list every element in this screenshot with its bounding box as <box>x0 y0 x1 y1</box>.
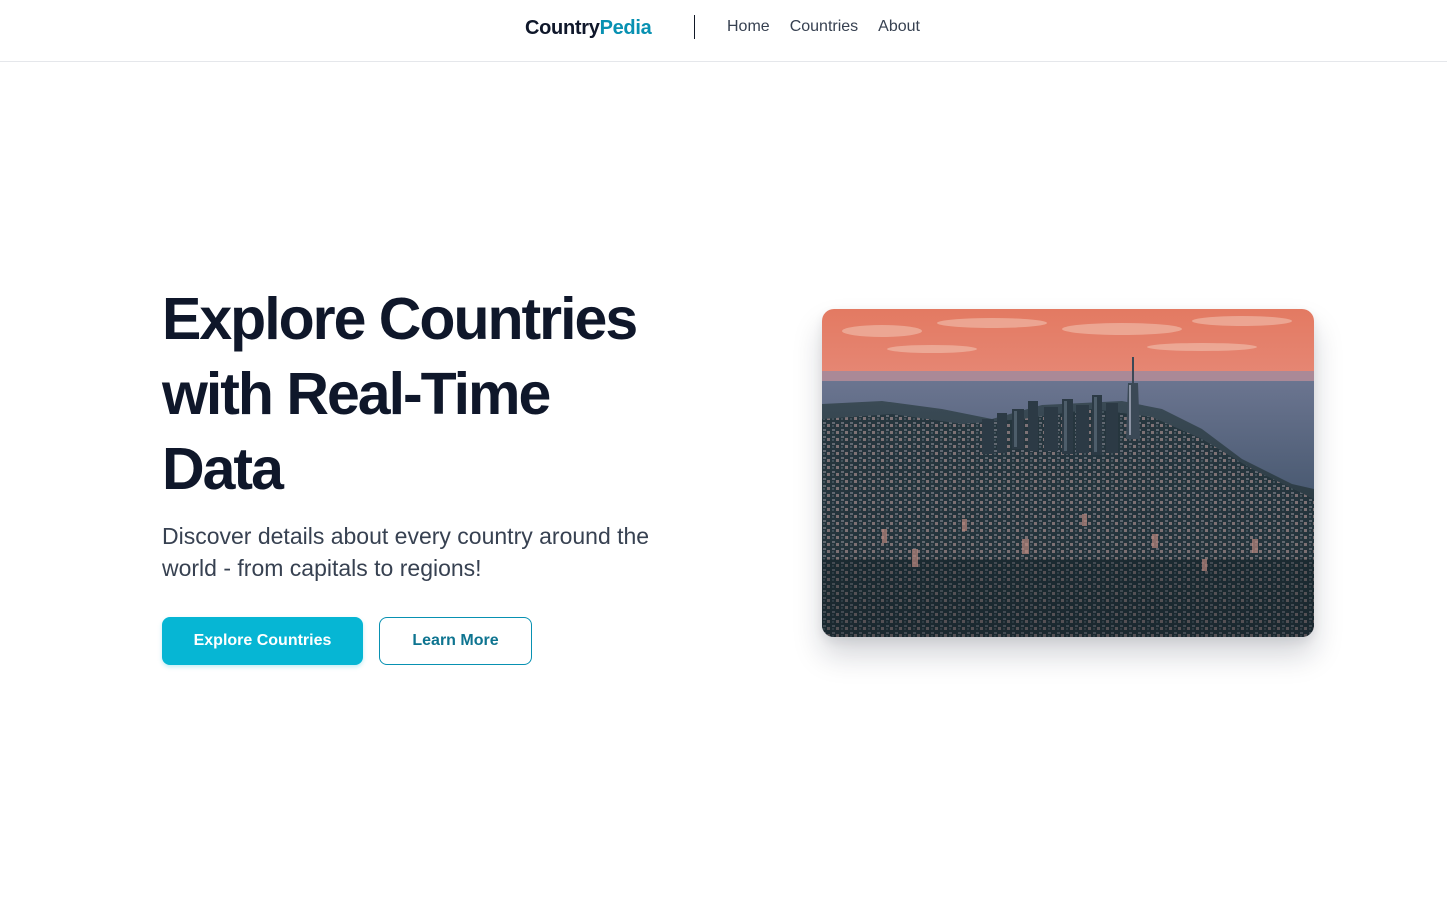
logo-text-primary: Country <box>525 17 600 39</box>
logo[interactable]: CountryPedia <box>525 15 652 41</box>
city-skyline-photo <box>822 309 1314 637</box>
logo-text-accent: Pedia <box>599 17 652 39</box>
hero-subtitle: Discover details about every country aro… <box>162 523 650 581</box>
header-divider <box>694 15 695 39</box>
nav-link-home[interactable]: Home <box>727 17 770 37</box>
nav-link-about[interactable]: About <box>878 17 920 37</box>
hero-city-image <box>822 309 1314 637</box>
site-header: CountryPedia Home Countries About <box>0 0 1447 62</box>
nav-link-countries[interactable]: Countries <box>790 17 858 37</box>
main-nav: Home Countries About <box>727 17 920 37</box>
explore-countries-button[interactable]: Explore Countries <box>162 617 363 665</box>
learn-more-button[interactable]: Learn More <box>379 617 532 665</box>
hero-title: Explore Countries with Real-Time Data <box>162 286 638 502</box>
